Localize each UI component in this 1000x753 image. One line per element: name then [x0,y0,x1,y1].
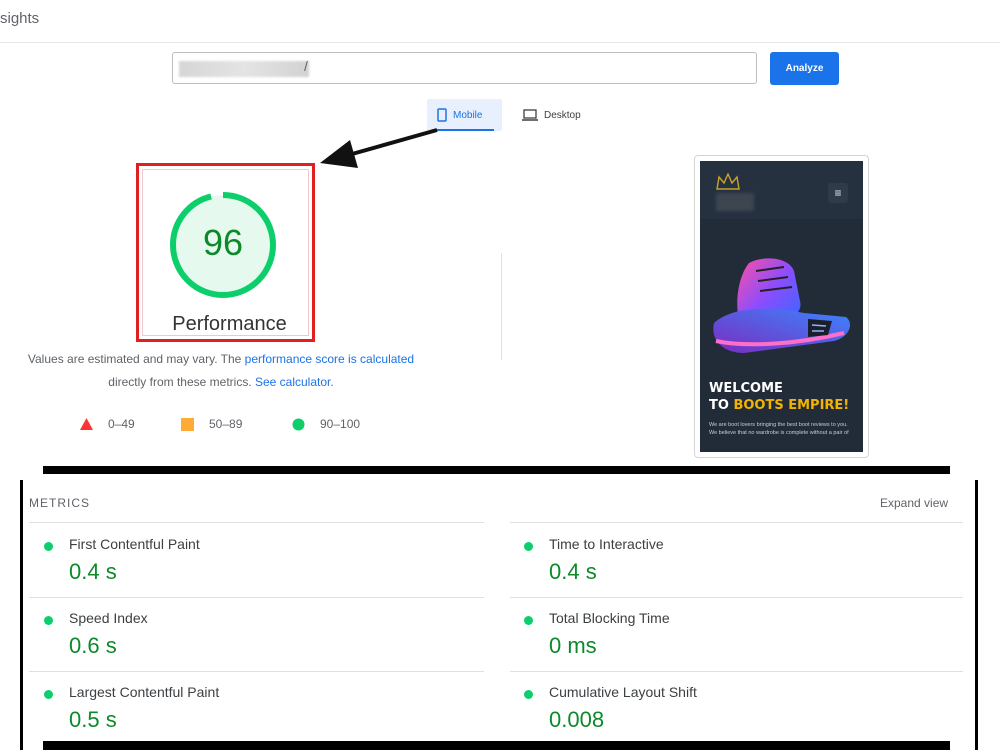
metric-value: 0.4 s [549,559,597,584]
welcome-line: WELCOME [709,381,783,396]
score-card: 96 Performance [142,169,309,336]
see-calculator-link[interactable]: See calculator [255,375,330,389]
preview-logo-text [716,193,754,211]
orange-square-icon [181,417,194,431]
red-triangle-icon [80,418,93,430]
metric-name: Time to Interactive [549,536,664,552]
legend-fail: 0–49 [80,416,135,432]
metric-value: 0 ms [549,633,597,658]
metric-cumulative-layout-shift: Cumulative Layout Shift 0.008 [524,683,944,753]
welcome-brand: BOOTS EMPIRE! [733,398,850,413]
metrics-title: METRICS [29,496,90,510]
legend-average: 50–89 [181,416,242,432]
metric-total-blocking-time: Total Blocking Time 0 ms [524,609,944,679]
preview-header: ≡ [700,161,863,219]
metric-speed-index: Speed Index 0.6 s [44,609,464,679]
note-text-3: . [330,375,334,389]
legend-pass: 90–100 [292,416,360,432]
metric-name: Speed Index [69,610,148,626]
crown-logo-icon [716,173,740,190]
pass-dot-icon [524,542,533,551]
pass-dot-icon [524,616,533,625]
metrics-divider [510,522,963,523]
score-calculated-link[interactable]: performance score is calculated [245,352,414,366]
sneakers-illustration [713,258,850,353]
legend-average-range: 50–89 [209,417,243,431]
metric-largest-contentful-paint: Largest Contentful Paint 0.5 s [44,683,464,753]
metrics-frame-right [975,480,978,750]
pass-dot-icon [44,690,53,699]
note-text-1: Values are estimated and may vary. The [27,352,245,366]
legend-fail-range: 0–49 [108,417,135,431]
metric-name: Largest Contentful Paint [69,684,220,700]
score-note: Values are estimated and may vary. The p… [0,348,442,394]
metric-first-contentful-paint: First Contentful Paint 0.4 s [44,535,464,605]
metric-value: 0.6 s [69,633,117,658]
performance-score-highlight: 96 Performance [136,163,315,342]
metrics-divider [29,522,484,523]
legend-pass-range: 90–100 [320,417,361,431]
metric-value: 0.008 [549,707,605,732]
metrics-frame-left [20,480,23,750]
metric-name: Cumulative Layout Shift [549,684,697,700]
score-label: Performance [172,313,287,335]
pass-dot-icon [524,690,533,699]
preview-heading: WELCOME TO BOOTS EMPIRE! [709,380,849,414]
score-value: 96 [202,222,244,263]
preview-screen: ≡ WELCOME TO BOOTS EMPIRE! We are boot l… [700,161,863,452]
preview-body-text: We are boot lovers bringing the best boo… [709,422,849,436]
note-text-2: directly from these metrics. [108,375,255,389]
pass-dot-icon [44,616,53,625]
metric-name: Total Blocking Time [549,610,670,626]
expand-view-toggle[interactable]: Expand view [880,496,948,510]
green-circle-icon [292,418,305,430]
metric-time-to-interactive: Time to Interactive 0.4 s [524,535,944,605]
metric-value: 0.5 s [69,707,117,732]
vertical-divider [501,253,502,360]
metric-name: First Contentful Paint [69,536,200,552]
page-screenshot-preview: ≡ WELCOME TO BOOTS EMPIRE! We are boot l… [694,155,869,458]
pass-dot-icon [44,542,53,551]
hamburger-icon: ≡ [828,183,848,203]
metric-value: 0.4 s [69,559,117,584]
metrics-frame-top [43,466,950,474]
welcome-to: TO [709,398,734,413]
